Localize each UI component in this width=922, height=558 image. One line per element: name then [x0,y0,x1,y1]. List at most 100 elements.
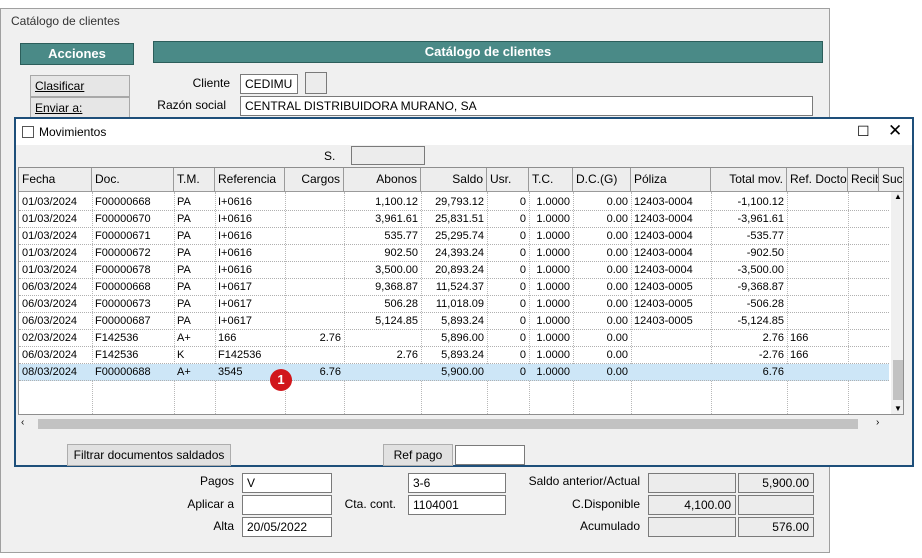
column-header[interactable]: D.C.(G) [573,168,631,192]
table-row[interactable]: 06/03/2024 F00000673 PA I+0617 506.28 11,018.… [19,296,889,313]
table-cell: -2.76 [758,349,784,361]
table-cell [285,296,344,313]
table-cell [285,262,344,279]
table-cell: PA [177,213,191,225]
column-header[interactable]: T.C. [529,168,573,192]
window-title: Catálogo de clientes [11,14,120,28]
dialog-titlebar: Movimientos ☐ ✕ [16,119,912,145]
table-cell: 0 [519,298,526,310]
cliente-field[interactable]: CEDIMU [240,74,298,94]
table-cell: PA [177,264,191,276]
table-cell: 08/03/2024 [22,366,78,378]
alta-field[interactable]: 20/05/2022 [242,517,332,537]
column-header[interactable]: Ref. Docto [787,168,848,192]
table-row[interactable]: 01/03/2024 F00000671 PA I+0616 535.77 25,295.… [19,228,889,245]
table-cell [787,211,848,228]
vertical-scroll-thumb[interactable] [893,360,903,400]
acumulado-field: 576.00 [738,517,814,537]
pagos-label: Pagos [199,474,234,488]
column-header[interactable]: Total mov. [711,168,787,192]
table-cell: F00000672 [95,247,151,259]
maximize-icon[interactable]: ☐ [857,123,870,140]
cta-cont-field[interactable]: 1104001 [408,495,506,515]
scroll-up-icon[interactable]: ▲ [894,192,902,201]
close-icon[interactable]: ✕ [888,121,902,141]
column-header[interactable]: Póliza [631,168,711,192]
table-cell: 0 [519,230,526,242]
clasificar-button[interactable]: Clasificar [30,75,130,97]
column-header[interactable]: Cargos [285,168,344,192]
table-cell [344,364,421,381]
vertical-scrollbar[interactable]: ▲ ▼ [891,192,903,414]
column-header[interactable]: Referencia [215,168,285,192]
horizontal-scrollbar[interactable]: ‹ › [18,416,888,432]
table-row[interactable]: 01/03/2024 F00000672 PA I+0616 902.50 24,393.… [19,245,889,262]
pagos-range-field[interactable]: 3-6 [408,473,506,493]
table-cell: 9,368.87 [375,281,418,293]
column-header[interactable]: Sucu [879,168,903,192]
column-header[interactable]: Saldo [421,168,487,192]
s-label: S. [324,149,336,163]
table-row[interactable]: 02/03/2024 F142536 A+ 166 2.76 5,896.00 0 1.000… [19,330,889,347]
scroll-left-icon[interactable]: ‹ [21,417,24,428]
column-header[interactable]: Recib [848,168,879,192]
cliente-lookup-button[interactable] [305,72,327,94]
table-cell: F00000678 [95,264,151,276]
table-cell: 0.00 [606,332,628,344]
saldo-anterior-field [648,473,736,493]
table-cell: 0 [519,281,526,293]
ref-pago-field[interactable] [455,445,525,465]
table-row[interactable]: 08/03/2024 F00000688 A+ 3545 6.76 5,900.00 0 1.… [19,364,889,381]
s-field[interactable] [351,146,425,165]
table-cell: 12403-0005 [634,298,693,310]
table-row[interactable]: 01/03/2024 F00000670 PA I+0616 3,961.61 25,83… [19,211,889,228]
table-cell: 0.00 [606,264,628,276]
table-cell: I+0617 [218,298,252,310]
table-cell [787,364,848,381]
c-disponible-field: 4,100.00 [648,495,736,515]
table-cell: PA [177,247,191,259]
table-cell: 0.00 [606,349,628,361]
enviar-a-button[interactable]: Enviar a: [30,97,130,119]
column-header[interactable]: Abonos [344,168,421,192]
table-cell: F00000688 [95,366,151,378]
c-disponible-extra-field [738,495,814,515]
table-cell: 5,124.85 [375,315,418,327]
table-row[interactable]: 01/03/2024 F00000668 PA I+0616 1,100.12 29,79… [19,194,889,211]
table-cell: A+ [177,332,191,344]
column-header[interactable]: Fecha [19,168,92,192]
table-row[interactable]: 01/03/2024 F00000678 PA I+0616 3,500.00 20,89… [19,262,889,279]
table-row[interactable]: 06/03/2024 F00000687 PA I+0617 5,124.85 5,893… [19,313,889,330]
table-cell: 0 [519,196,526,208]
column-header[interactable]: Doc. [92,168,174,192]
column-header[interactable]: Usr. [487,168,529,192]
table-cell: -1,100.12 [737,196,784,208]
horizontal-scroll-thumb[interactable] [38,419,858,429]
table-cell: PA [177,298,191,310]
table-row[interactable]: 06/03/2024 F142536 K F142536 2.76 5,893.24 0 1.… [19,347,889,364]
table-cell: 902.50 [384,247,418,259]
table-cell: 1.0000 [536,281,570,293]
table-cell: I+0616 [218,230,252,242]
pagos-field[interactable]: V [242,473,332,493]
table-cell: -3,500.00 [737,264,784,276]
table-cell: 5,893.24 [441,315,484,327]
razon-social-field[interactable]: CENTRAL DISTRIBUIDORA MURANO, SA [240,96,813,116]
table-cell: 535.77 [384,230,418,242]
table-cell: 24,393.24 [435,247,484,259]
scroll-right-icon[interactable]: › [876,417,879,428]
table-cell: 0.00 [606,230,628,242]
dialog-title: Movimientos [39,125,107,139]
table-cell [285,347,344,364]
ref-pago-button[interactable]: Ref pago [383,444,453,466]
table-cell: 25,831.51 [435,213,484,225]
table-row[interactable]: 06/03/2024 F00000668 PA I+0617 9,368.87 11,52… [19,279,889,296]
movimientos-grid[interactable]: Fecha Doc. T.M. Referencia Cargos Abonos Saldo… [18,167,904,415]
scroll-down-icon[interactable]: ▼ [894,404,902,413]
table-cell [787,262,848,279]
aplicar-a-field[interactable] [242,495,332,515]
filter-settled-button[interactable]: Filtrar documentos saldados [67,444,231,466]
table-cell: 0.00 [606,366,628,378]
column-header[interactable]: T.M. [174,168,215,192]
table-cell: -9,368.87 [737,281,784,293]
